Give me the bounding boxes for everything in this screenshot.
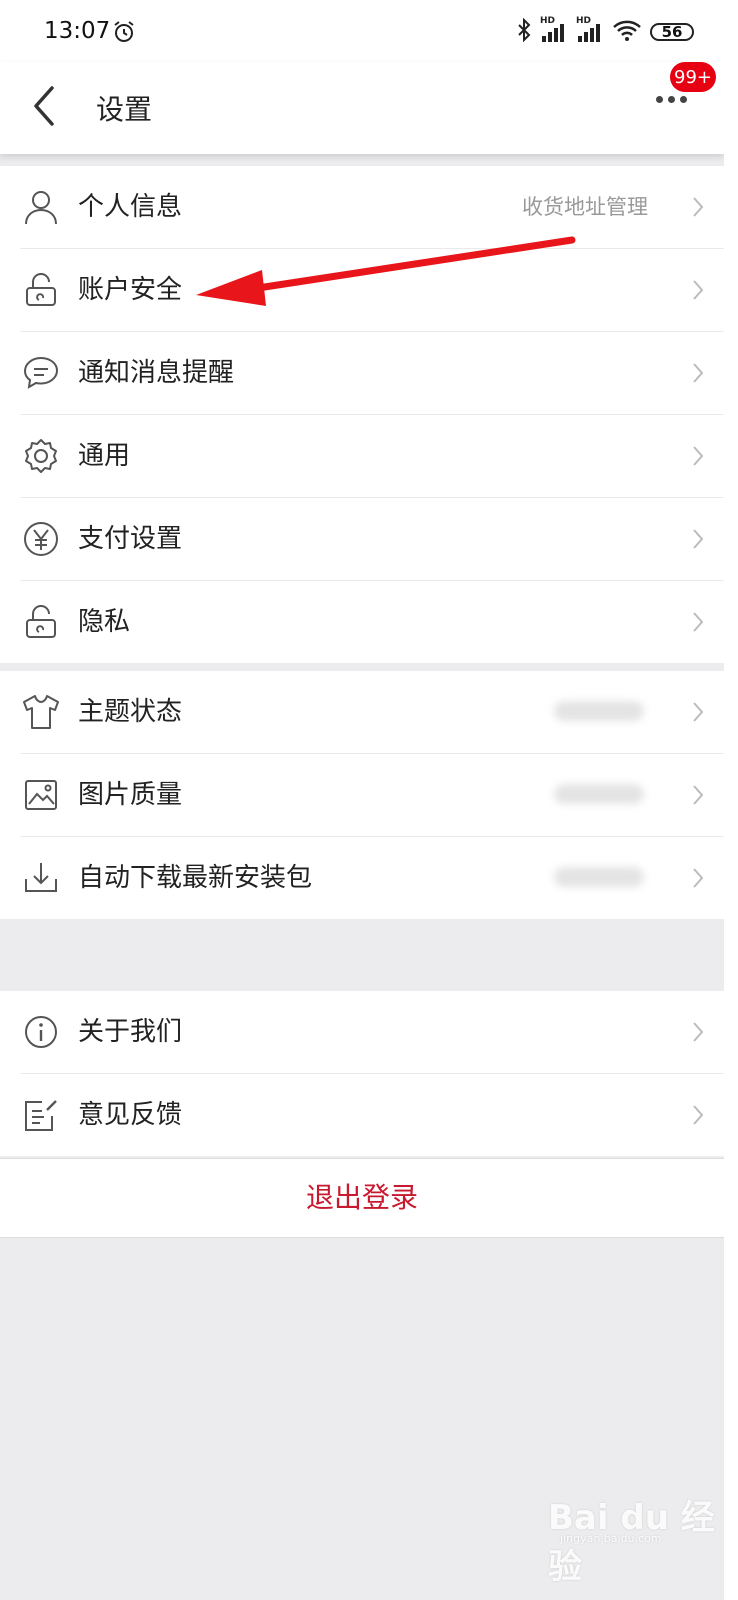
alarm-icon — [112, 20, 136, 48]
chevron-right-icon — [692, 611, 704, 637]
menu-item-label: 通知消息提醒 — [78, 358, 235, 388]
menu-item-label: 关于我们 — [78, 1017, 183, 1047]
menu-item-privacy[interactable]: 隐私 — [20, 581, 724, 663]
more-dot — [668, 96, 675, 103]
feedback-icon — [22, 1096, 60, 1134]
menu-item-label: 个人信息 — [78, 192, 183, 222]
wifi-icon — [612, 18, 642, 46]
menu-item-account-security[interactable]: 账户安全 — [20, 249, 724, 332]
signal-icon: HD — [540, 16, 568, 44]
status-icons: HD HD 56 — [516, 16, 694, 46]
more-dot — [680, 96, 687, 103]
settings-group-account: 个人信息 收货地址管理 账户安全 通知消息提醒 通用 支付设置 隐私 — [0, 166, 724, 663]
settings-group-display: 主题状态 图片质量 自动下载最新安装包 — [0, 671, 724, 919]
signal-icon-2: HD — [576, 16, 604, 44]
watermark-url: jingyan.baidu.com — [560, 1532, 662, 1545]
menu-item-theme[interactable]: 主题状态 — [20, 671, 724, 754]
menu-item-label: 意见反馈 — [78, 1100, 183, 1130]
menu-item-about-us[interactable]: 关于我们 — [20, 991, 724, 1074]
blurred-value — [554, 784, 644, 804]
app-screen: 13:07 HD HD 56 设置 99+ 个人信息 收货地址管理 账户安全 通… — [0, 0, 724, 1600]
settings-group-about: 关于我们 意见反馈 — [0, 991, 724, 1156]
chat-bubble-icon — [22, 354, 60, 392]
menu-item-label: 隐私 — [78, 607, 131, 637]
menu-item-general[interactable]: 通用 — [20, 415, 724, 498]
page-title: 设置 — [96, 93, 153, 126]
chevron-right-icon — [692, 362, 704, 388]
chevron-right-icon — [692, 867, 704, 893]
menu-item-label: 通用 — [78, 441, 131, 471]
more-dot — [656, 96, 663, 103]
chevron-right-icon — [692, 784, 704, 810]
status-time: 13:07 — [44, 18, 111, 44]
chevron-right-icon — [692, 528, 704, 554]
bluetooth-icon — [516, 17, 532, 46]
blurred-value — [554, 701, 644, 721]
status-bar: 13:07 HD HD 56 — [0, 0, 724, 62]
chevron-right-icon — [692, 701, 704, 727]
menu-item-personal-info[interactable]: 个人信息 收货地址管理 — [20, 166, 724, 249]
menu-item-notifications[interactable]: 通知消息提醒 — [20, 332, 724, 415]
battery-indicator: 56 — [650, 23, 694, 41]
chevron-right-icon — [692, 196, 704, 222]
more-menu-button[interactable] — [656, 96, 687, 103]
gear-icon — [22, 437, 60, 475]
download-icon — [22, 859, 60, 897]
menu-item-label: 账户安全 — [78, 275, 183, 305]
chevron-right-icon — [692, 445, 704, 471]
menu-item-label: 支付设置 — [78, 524, 183, 554]
blurred-value — [554, 867, 644, 887]
yuan-icon — [22, 520, 60, 558]
chevron-right-icon — [692, 1021, 704, 1047]
menu-item-auto-download[interactable]: 自动下载最新安装包 — [20, 837, 724, 919]
menu-item-payment-settings[interactable]: 支付设置 — [20, 498, 724, 581]
right-edge-strip — [724, 0, 738, 1600]
tshirt-icon — [22, 693, 60, 731]
menu-item-value: 收货地址管理 — [522, 195, 648, 219]
info-icon — [22, 1013, 60, 1051]
app-bar: 设置 99+ — [0, 62, 724, 154]
lock-icon — [22, 271, 60, 309]
menu-item-feedback[interactable]: 意见反馈 — [20, 1074, 724, 1156]
chevron-right-icon — [692, 279, 704, 305]
back-button[interactable] — [30, 84, 56, 132]
menu-item-label: 图片质量 — [78, 780, 183, 810]
user-icon — [22, 188, 60, 226]
menu-item-image-quality[interactable]: 图片质量 — [20, 754, 724, 837]
menu-item-label: 主题状态 — [78, 697, 183, 727]
lock-icon — [22, 603, 60, 641]
logout-button[interactable]: 退出登录 — [0, 1158, 724, 1238]
image-icon — [22, 776, 60, 814]
menu-item-label: 自动下载最新安装包 — [78, 863, 313, 893]
notification-badge: 99+ — [670, 62, 716, 92]
chevron-right-icon — [692, 1104, 704, 1130]
